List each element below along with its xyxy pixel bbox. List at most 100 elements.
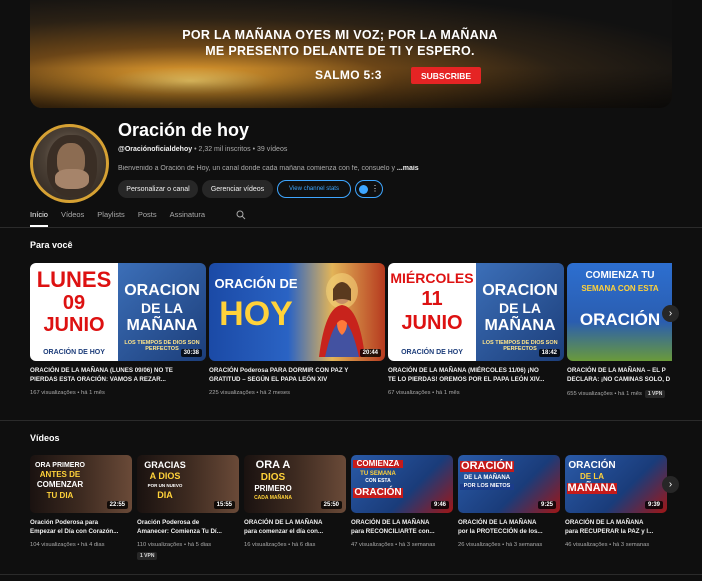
thumb-right-panel: ORACION DE LA MAÑANA LOS TIEMPOS DE DIOS… <box>476 263 564 361</box>
thumb-title1: COMIENZA TU <box>585 270 655 281</box>
video-title-line2: por la PROTECCIÓN de los... <box>458 528 543 535</box>
video-title[interactable]: ORACIÓN DE LA MAÑANA para RECONCILIARTE … <box>351 518 453 536</box>
thumb-caption2: TU SEMANA <box>360 471 396 477</box>
carousel-next-button[interactable]: › <box>662 476 679 493</box>
banner-quote-line2: ME PRESENTO DELANTE DE TI Y ESPERO. <box>205 44 475 58</box>
video-meta: 26 visualizações • há 3 semanas <box>458 542 543 548</box>
video-views: 167 visualizações <box>30 390 76 396</box>
customize-channel-button[interactable]: Personalizar o canal <box>118 180 198 198</box>
video-thumbnail[interactable]: MIÉRCOLES 11 JUNIO ORACIÓN DE HOY ORACIO… <box>388 263 564 361</box>
thumb-caption1: GRACIAS <box>144 460 186 470</box>
video-duration: 25:50 <box>320 501 342 509</box>
thumb-day: LUNES <box>36 267 112 292</box>
video-thumbnail[interactable]: COMIENZA TU SEMANA CON ESTA ORACIÓN 9:46 <box>351 455 453 513</box>
section-title-for-you: Para você <box>30 240 73 250</box>
tab-home[interactable]: Início <box>30 210 48 227</box>
channel-description[interactable]: Bienvenido a Oración de Hoy, un canal do… <box>118 165 428 172</box>
tabs-divider <box>0 227 702 228</box>
avatar-hands <box>55 169 89 189</box>
video-duration: 9:39 <box>644 501 663 509</box>
video-title[interactable]: ORACIÓN DE LA MAÑANA para RECUPERAR la P… <box>565 518 667 536</box>
video-thumbnail[interactable]: ORA PRIMERO ANTES DE COMENZAR TU DIA 22:… <box>30 455 132 513</box>
video-meta: 167 visualizações • há 1 mês <box>30 390 105 396</box>
channel-banner: POR LA MAÑANA OYES MI VOZ; POR LA MAÑANA… <box>30 0 672 108</box>
thumb-right-title2: DE LA <box>141 300 183 316</box>
thumb-caption1: ORA PRIMERO <box>35 462 85 469</box>
view-channel-stats-button[interactable]: View channel stats <box>277 180 351 198</box>
video-thumbnail[interactable]: ORACIÓN DE LA MAÑANA 9:39 <box>565 455 667 513</box>
thumb-title2: SEMANA CON ESTA <box>581 284 659 293</box>
thumb-date: 09 <box>62 292 86 314</box>
channel-title: Oración de hoy <box>118 120 250 140</box>
video-views: 16 visualizações <box>244 542 287 548</box>
video-thumbnail[interactable]: GRACIAS A DIOS POR UN NUEVO DIA 15:55 <box>137 455 239 513</box>
video-thumbnail[interactable]: COMIENZA TU SEMANA CON ESTA ORACIÓN <box>567 263 672 361</box>
video-title[interactable]: ORACIÓN DE LA MAÑANA (LUNES 09/06) NO TE… <box>30 366 206 384</box>
thumb-title1: ORACIÓN DE <box>214 276 298 291</box>
video-title-line1: ORACIÓN DE LA MAÑANA (MIÉRCOLES 11/06) ¡… <box>388 367 539 374</box>
thumb-caption4: TU DIA <box>46 491 74 500</box>
manage-videos-button[interactable]: Gerenciar vídeos <box>202 180 273 198</box>
video-age: há 1 mês <box>435 390 460 396</box>
tab-videos[interactable]: Vídeos <box>61 210 84 227</box>
video-meta: 46 visualizações • há 3 semanas <box>565 542 650 548</box>
thumb-caption1: ORACIÓN <box>568 460 616 471</box>
video-title[interactable]: ORACIÓN DE LA MAÑANA (MIÉRCOLES 11/06) ¡… <box>388 366 564 384</box>
video-views: 225 visualizações <box>209 390 255 396</box>
thumb-caption1: ORACIÓN <box>460 460 514 472</box>
video-title-line2: para comenzar el día con... <box>244 528 324 535</box>
tab-playlists[interactable]: Playlists <box>97 210 125 227</box>
thumb-right-title1: ORACION <box>124 282 200 299</box>
chevron-right-icon: › <box>668 479 673 490</box>
thumb-caption2: A DIOS <box>149 471 181 481</box>
video-thumbnail[interactable]: ORACIÓN DE HOY 20:44 <box>209 263 385 361</box>
extension-icon <box>359 184 368 194</box>
thumb-caption2: DIOS <box>260 472 286 483</box>
video-title-line2: TE LO PIERDAS! OREMOS POR EL PAPA LEÓN X… <box>388 376 545 383</box>
section-title-videos: Vídeos <box>30 433 60 443</box>
more-vert-icon: ⋮ <box>371 184 379 193</box>
video-age: há 3 semanas <box>505 542 543 548</box>
video-title[interactable]: ORACIÓN DE LA MAÑANA por la PROTECCIÓN d… <box>458 518 560 536</box>
thumb-title2: HOY <box>219 295 293 333</box>
video-thumbnail[interactable]: ORA A DIOS PRIMERO CADA MAÑANA 25:50 <box>244 455 346 513</box>
video-title[interactable]: Oración Poderosa para Empezar el Día con… <box>30 518 132 536</box>
video-age: há 5 dias <box>187 542 212 548</box>
thumb-date: 11 <box>421 288 443 310</box>
thumb-caption4: CADA MAÑANA <box>254 495 292 501</box>
tab-posts[interactable]: Posts <box>138 210 157 227</box>
thumb-caption2: ANTES DE <box>39 470 81 479</box>
tab-membership[interactable]: Assinatura <box>170 210 205 227</box>
video-title-line2: DECLARA: ¡NO CAMINAS SOLO, D <box>567 376 671 383</box>
channel-avatar[interactable] <box>30 124 109 203</box>
video-views: 655 visualizações <box>567 391 613 397</box>
thumb-caption4: ORACIÓN <box>353 487 403 498</box>
video-title[interactable]: Oración Poderosa de Amanecer: Comienza T… <box>137 518 239 536</box>
description-more-link[interactable]: ...mais <box>397 165 419 172</box>
search-icon[interactable] <box>236 210 246 220</box>
video-title-line1: ORACIÓN DE LA MAÑANA (LUNES 09/06) NO TE <box>30 367 173 374</box>
video-title[interactable]: ORACIÓN DE LA MAÑANA para comenzar el dí… <box>244 518 346 536</box>
thumb-caption2: DE LA MAÑANA <box>463 475 511 481</box>
video-age: há 3 semanas <box>398 542 436 548</box>
video-thumbnail[interactable]: ORACIÓN DE LA MAÑANA POR LOS NIETOS 9:25 <box>458 455 560 513</box>
video-meta: 104 visualizações • há 4 dias <box>30 542 105 548</box>
video-title[interactable]: ORACIÓN DE LA MAÑANA – EL P DECLARA: ¡NO… <box>567 366 672 384</box>
thumb-caption4: DIA <box>157 490 173 500</box>
thumb-left-panel: LUNES 09 JUNIO ORACIÓN DE HOY <box>30 263 118 361</box>
video-age: há 4 dias <box>81 542 105 548</box>
video-title[interactable]: ORACIÓN Poderosa PARA DORMIR CON PAZ Y G… <box>209 366 385 384</box>
carousel-next-button[interactable]: › <box>662 305 679 322</box>
video-duration: 20:44 <box>359 349 381 357</box>
thumb-caption3: MAÑANA <box>567 482 617 494</box>
channel-tabs: Início Vídeos Playlists Posts Assinatura <box>30 210 205 227</box>
thumb-caption3: POR LOS NIETOS <box>460 483 514 490</box>
thumb-title3: ORACIÓN <box>579 310 661 329</box>
banner-quote: POR LA MAÑANA OYES MI VOZ; POR LA MAÑANA… <box>180 27 500 59</box>
video-views: 104 visualizações <box>30 542 76 548</box>
channel-video-count: 39 vídeos <box>256 146 288 153</box>
more-options-button[interactable]: ⋮ <box>355 180 383 198</box>
video-title-line1: ORACIÓN DE LA MAÑANA <box>351 519 430 526</box>
video-thumbnail[interactable]: LUNES 09 JUNIO ORACIÓN DE HOY ORACION DE… <box>30 263 206 361</box>
sacred-heart-image <box>319 273 365 357</box>
